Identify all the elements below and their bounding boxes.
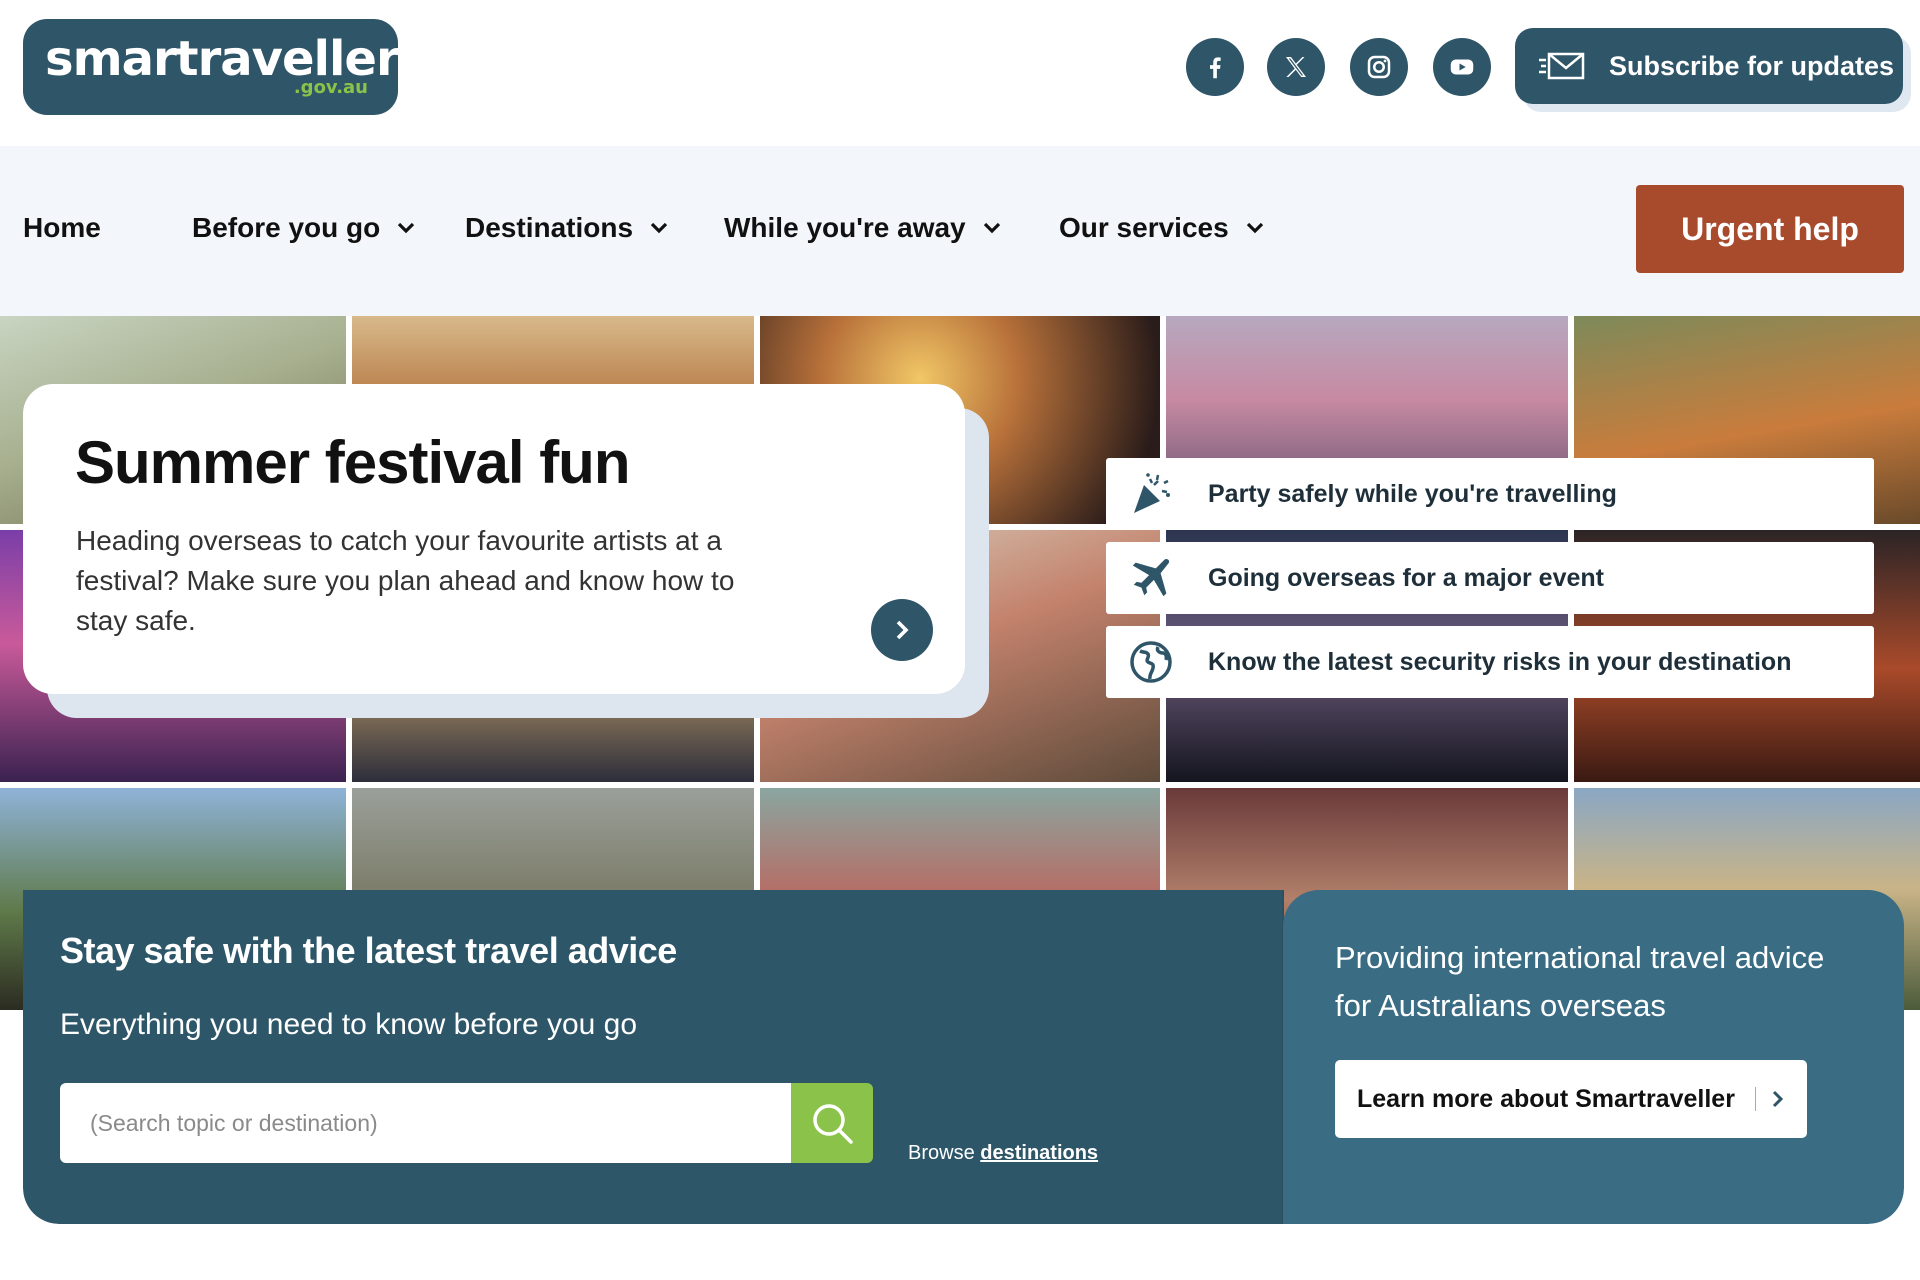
facebook-icon[interactable]: [1186, 38, 1244, 96]
search-icon: [813, 1104, 853, 1144]
about-text: Providing international travel advice fo…: [1335, 940, 1825, 1023]
banner-title: Stay safe with the latest travel advice: [60, 930, 677, 971]
search-panel: Stay safe with the latest travel advice …: [23, 890, 1283, 1224]
learn-more-button[interactable]: Learn more about Smartraveller: [1335, 1060, 1807, 1138]
instagram-icon[interactable]: [1350, 38, 1408, 96]
chevron-down-icon: [983, 222, 1000, 234]
nav-item-while-youre-away[interactable]: While you're away: [724, 212, 1002, 244]
feature-text: Heading overseas to catch your favourite…: [76, 525, 735, 636]
globe-icon: [1126, 637, 1176, 687]
browse-prefix: Browse: [908, 1142, 975, 1164]
logo-domain: .gov.au: [293, 77, 368, 98]
browse-destinations-link[interactable]: destinations: [980, 1142, 1098, 1164]
nav-item-label: While you're away: [724, 212, 966, 243]
chevron-down-icon: [398, 222, 415, 234]
x-icon[interactable]: [1267, 38, 1325, 96]
quick-link-label: Party safely while you're travelling: [1208, 479, 1617, 508]
main-navigation: Home Before you go Destinations While yo…: [0, 146, 1920, 316]
about-panel: Providing international travel advice fo…: [1283, 890, 1904, 1224]
nav-item-destinations[interactable]: Destinations: [465, 212, 669, 244]
chevron-right-icon: [896, 620, 909, 640]
chevron-down-icon: [650, 222, 668, 234]
urgent-help-button[interactable]: Urgent help: [1636, 185, 1904, 273]
chevron-down-icon: [1246, 222, 1263, 234]
feature-arrow-button[interactable]: [871, 599, 933, 661]
quick-link-label: Going overseas for a major event: [1208, 563, 1604, 592]
nav-item-label: Our services: [1059, 212, 1229, 243]
feature-title: Summer festival fun: [75, 429, 630, 496]
search-input[interactable]: [60, 1083, 792, 1163]
quick-link-party-safely[interactable]: Party safely while you're travelling: [1106, 458, 1874, 530]
nav-item-label: Destinations: [465, 212, 634, 243]
quick-link-security-risks[interactable]: Know the latest security risks in your d…: [1106, 626, 1874, 698]
quick-link-major-event[interactable]: Going overseas for a major event: [1106, 542, 1874, 614]
youtube-icon[interactable]: [1433, 38, 1491, 96]
nav-item-label: Before you go: [192, 212, 381, 243]
site-header: smartraveller .gov.au Subscribe for upda…: [0, 0, 1920, 146]
search-button[interactable]: [791, 1083, 873, 1163]
travel-advice-banner: Stay safe with the latest travel advice …: [23, 890, 1904, 1224]
nav-item-home[interactable]: Home: [23, 212, 101, 244]
airplane-icon: [1126, 553, 1176, 603]
subscribe-button[interactable]: Subscribe for updates: [1515, 28, 1903, 104]
nav-item-our-services[interactable]: Our services: [1059, 212, 1265, 244]
chevron-right-icon: [1772, 1090, 1784, 1108]
smartraveller-logo[interactable]: smartraveller .gov.au: [23, 19, 400, 115]
quick-link-label: Know the latest security risks in your d…: [1208, 647, 1792, 676]
nav-item-label: Home: [23, 212, 101, 243]
subscribe-label: Subscribe for updates: [1609, 50, 1895, 81]
envelope-icon: [1539, 52, 1585, 80]
party-popper-icon: [1126, 469, 1176, 519]
button-separator: [1754, 1087, 1756, 1111]
banner-subtitle: Everything you need to know before you g…: [60, 1008, 638, 1041]
browse-destinations: Browse destinations: [908, 1142, 1098, 1165]
feature-card: Summer festival fun Heading overseas to …: [23, 384, 965, 694]
nav-item-before-you-go[interactable]: Before you go: [192, 212, 416, 244]
learn-more-label: Learn more about Smartraveller: [1357, 1084, 1735, 1113]
